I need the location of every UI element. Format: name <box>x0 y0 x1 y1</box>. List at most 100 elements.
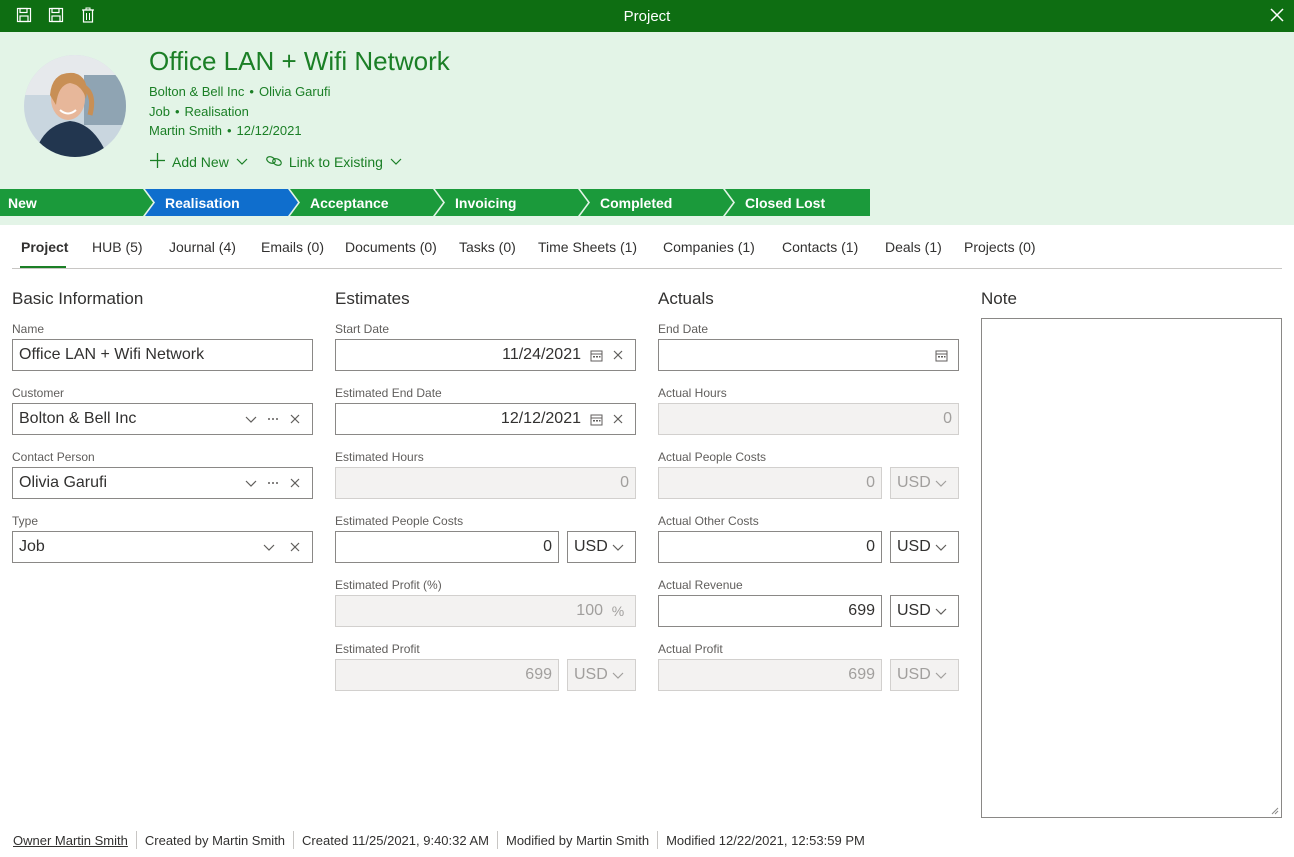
actual-other-costs-value: 0 <box>866 538 875 555</box>
created-text: Created 11/25/2021, 9:40:32 AM <box>302 832 489 848</box>
end-date-label: End Date <box>658 322 709 336</box>
clear-icon[interactable] <box>607 344 629 366</box>
tab-project[interactable]: Project <box>21 239 68 255</box>
actual-revenue-label: Actual Revenue <box>658 578 743 592</box>
name-value: Office LAN + Wifi Network <box>19 346 205 363</box>
chevron-down-icon[interactable] <box>240 472 262 494</box>
actual-hours-label: Actual Hours <box>658 386 727 400</box>
owner-link[interactable]: Owner Martin Smith <box>13 833 128 848</box>
active-tab-indicator <box>20 266 66 268</box>
more-icon[interactable] <box>262 472 284 494</box>
close-icon[interactable] <box>1268 6 1286 24</box>
currency-value: USD <box>897 602 930 619</box>
created-by-text: Created by Martin Smith <box>144 832 286 848</box>
contact-select[interactable]: Olivia Garufi <box>12 467 313 499</box>
chevron-down-icon <box>930 536 952 558</box>
customer-value: Bolton & Bell Inc <box>19 410 137 427</box>
divider <box>497 831 498 849</box>
type-label: Type <box>12 514 39 528</box>
contact-link[interactable]: Olivia Garufi <box>259 84 331 99</box>
est-people-costs-input[interactable]: 0 <box>335 531 559 563</box>
currency-value: USD <box>897 666 930 683</box>
calendar-icon[interactable] <box>930 344 952 366</box>
stage-acceptance[interactable]: Acceptance <box>290 189 445 216</box>
tab-time-sheets[interactable]: Time Sheets (1) <box>538 239 637 255</box>
calendar-icon[interactable] <box>585 408 607 430</box>
note-heading: Note <box>981 289 1017 308</box>
chevron-down-icon[interactable] <box>258 536 280 558</box>
actual-revenue-currency-select[interactable]: USD <box>890 595 959 627</box>
est-profit-pct-input: 100 % <box>335 595 636 627</box>
stage-new[interactable]: New <box>0 189 155 216</box>
clear-icon[interactable] <box>607 408 629 430</box>
company-link[interactable]: Bolton & Bell Inc <box>149 84 244 99</box>
tab-hub[interactable]: HUB (5) <box>92 239 143 255</box>
clear-icon[interactable] <box>284 472 306 494</box>
link-existing-button[interactable]: Link to Existing <box>265 152 403 172</box>
start-date-label: Start Date <box>335 322 390 336</box>
actual-people-costs-label: Actual People Costs <box>658 450 767 464</box>
percent-symbol: % <box>611 603 625 619</box>
tab-projects[interactable]: Projects (0) <box>964 239 1036 255</box>
note-textarea[interactable] <box>981 318 1282 818</box>
chevron-down-icon <box>235 154 249 171</box>
contact-value: Olivia Garufi <box>19 474 108 491</box>
tab-deals[interactable]: Deals (1) <box>885 239 942 255</box>
chevron-down-icon <box>389 154 403 171</box>
end-date-input[interactable] <box>658 339 959 371</box>
actual-other-costs-input[interactable]: 0 <box>658 531 882 563</box>
currency-value: USD <box>897 474 930 491</box>
divider <box>293 831 295 849</box>
tab-documents[interactable]: Documents (0) <box>345 239 437 255</box>
calendar-icon[interactable] <box>585 344 607 366</box>
add-new-button[interactable]: Add New <box>149 152 249 172</box>
add-new-label: Add New <box>172 154 229 170</box>
tab-contacts[interactable]: Contacts (1) <box>782 239 858 255</box>
est-hours-value: 0 <box>620 474 629 491</box>
actual-hours-value: 0 <box>943 410 952 427</box>
header-actions: Add New Link to Existing <box>149 152 403 172</box>
stage-label: Invoicing <box>455 194 517 211</box>
more-icon[interactable] <box>262 408 284 430</box>
tab-tasks[interactable]: Tasks (0) <box>459 239 516 255</box>
est-end-date-label: Estimated End Date <box>335 386 442 400</box>
tab-companies[interactable]: Companies (1) <box>663 239 755 255</box>
actual-other-currency-select[interactable]: USD <box>890 531 959 563</box>
start-date-value: 11/24/2021 <box>502 346 581 363</box>
title-bar: Project <box>0 0 1294 32</box>
stage-closed-lost[interactable]: Closed Lost <box>725 189 880 216</box>
modified-text: Modified 12/22/2021, 12:53:59 PM <box>666 832 865 848</box>
actual-profit-label: Actual Profit <box>658 642 723 656</box>
tab-journal[interactable]: Journal (4) <box>169 239 236 255</box>
stage-realisation[interactable]: Realisation <box>145 189 300 216</box>
clear-icon[interactable] <box>284 536 306 558</box>
chevron-down-icon <box>930 472 952 494</box>
clear-icon[interactable] <box>284 408 306 430</box>
modified-by-text: Modified by Martin Smith <box>506 832 650 848</box>
chevron-down-icon <box>607 664 629 686</box>
est-hours-input: 0 <box>335 467 636 499</box>
tab-bar: Project HUB (5) Journal (4) Emails (0) D… <box>12 225 1282 269</box>
project-title: Office LAN + Wifi Network <box>149 46 450 76</box>
actual-revenue-value: 699 <box>848 602 875 619</box>
est-end-date-input[interactable]: 12/12/2021 <box>335 403 636 435</box>
actual-revenue-input[interactable]: 699 <box>658 595 882 627</box>
tab-emails[interactable]: Emails (0) <box>261 239 324 255</box>
stage-label: Completed <box>600 194 673 211</box>
est-profit-label: Estimated Profit <box>335 642 420 656</box>
chevron-down-icon[interactable] <box>240 408 262 430</box>
company-contact-line: Bolton & Bell Inc • Olivia Garufi <box>149 84 330 99</box>
resize-grip-icon[interactable] <box>1271 807 1279 815</box>
est-people-currency-select[interactable]: USD <box>567 531 636 563</box>
name-input[interactable]: Office LAN + Wifi Network <box>12 339 313 371</box>
start-date-input[interactable]: 11/24/2021 <box>335 339 636 371</box>
divider <box>135 831 137 849</box>
type-select[interactable]: Job <box>12 531 313 563</box>
customer-select[interactable]: Bolton & Bell Inc <box>12 403 313 435</box>
chevron-down-icon <box>607 536 629 558</box>
actual-people-currency-select: USD <box>890 467 959 499</box>
customer-label: Customer <box>12 386 65 400</box>
date-text: 12/12/2021 <box>236 123 302 138</box>
stage-completed[interactable]: Completed <box>580 189 735 216</box>
stage-invoicing[interactable]: Invoicing <box>435 189 590 216</box>
